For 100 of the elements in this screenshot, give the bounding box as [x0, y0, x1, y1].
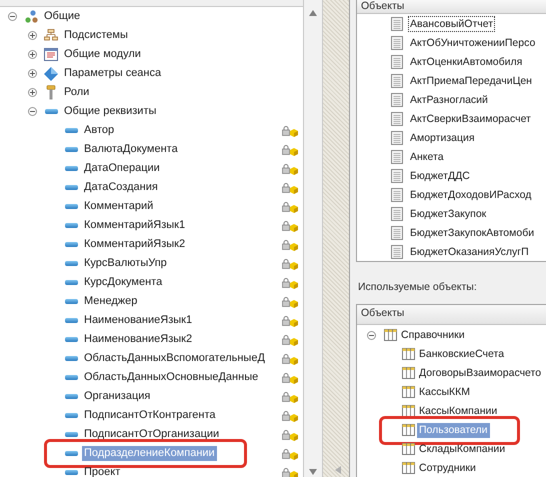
attribute-icon: [64, 451, 78, 456]
cube-icon: [290, 357, 298, 365]
list-item[interactable]: Анкета: [409, 150, 445, 164]
list-item[interactable]: БюджетЗакупок: [409, 206, 488, 220]
tree-item[interactable]: ДатаСоздания: [82, 180, 160, 195]
lock-icon: [282, 145, 290, 155]
lock-icon: [282, 240, 290, 250]
attribute-icon: [64, 261, 78, 266]
expand-icon[interactable]: [28, 50, 37, 59]
collapse-icon[interactable]: [8, 12, 17, 21]
document-icon: [391, 188, 403, 202]
list-item[interactable]: БюджетЗакупокАвтомоби: [409, 226, 536, 240]
attribute-icon: [64, 204, 78, 209]
list-item[interactable]: БюджетДоходовИРасход: [409, 188, 532, 202]
lock-icon: [282, 202, 290, 212]
expand-icon[interactable]: [28, 31, 37, 40]
collapse-icon[interactable]: [28, 107, 37, 116]
tree-item[interactable]: НаименованиеЯзык1: [82, 313, 194, 328]
list-item[interactable]: Амортизация: [409, 130, 476, 144]
lock-icon: [282, 126, 290, 136]
attribute-icon: [64, 223, 78, 228]
lock-icon: [282, 449, 290, 459]
expand-icon[interactable]: [28, 69, 37, 78]
document-icon: [391, 226, 403, 240]
tree-item[interactable]: КурсВалютыУпр: [82, 256, 169, 271]
tree-item[interactable]: Проект: [82, 465, 122, 477]
tree-item[interactable]: Роли: [62, 85, 92, 100]
tree-item[interactable]: Подсистемы: [62, 28, 130, 43]
cube-icon: [290, 319, 298, 327]
expand-icon[interactable]: [28, 88, 37, 97]
tree-item[interactable]: КомментарийЯзык1: [82, 218, 188, 233]
cube-icon: [290, 452, 298, 460]
hierarchy-icon: [44, 29, 58, 42]
lock-icon: [282, 183, 290, 193]
tree-item[interactable]: Менеджер: [82, 294, 140, 309]
tree-item[interactable]: ОбластьДанныхВспомогательныеД: [82, 351, 267, 366]
tree-item[interactable]: КурсДокумента: [82, 275, 164, 290]
attribute-icon: [64, 394, 78, 399]
lock-icon: [282, 468, 290, 477]
list-item[interactable]: АктРазногласий: [409, 92, 489, 106]
tree-item[interactable]: ПодписантОтКонтрагента: [82, 408, 218, 423]
tree-item[interactable]: ОбластьДанныхОсновныеДанные: [82, 370, 260, 385]
tree-item[interactable]: Организация: [82, 389, 152, 404]
tree-item[interactable]: ВалютаДокумента: [82, 142, 180, 157]
list-item[interactable]: АктПриемаПередачиЦен: [409, 74, 533, 88]
column-header: Объекты: [357, 304, 546, 325]
table-icon: [402, 386, 414, 398]
tree-item[interactable]: КассыККМ: [417, 384, 472, 400]
tree-item[interactable]: Общие реквизиты: [62, 104, 158, 119]
document-icon: [391, 36, 403, 50]
tree-item[interactable]: Параметры сеанса: [62, 66, 164, 81]
tree-item[interactable]: Общие: [42, 9, 82, 24]
document-icon: [391, 130, 403, 144]
vertical-scrollbar[interactable]: [303, 0, 323, 477]
lock-icon: [282, 278, 290, 288]
tree-item[interactable]: ДоговорыВзаиморасчето: [417, 366, 544, 381]
list-item[interactable]: АктСверкиВзаиморасчет: [409, 112, 532, 126]
tree-item[interactable]: СкладыКомпании: [417, 442, 508, 457]
document-icon: [391, 150, 403, 164]
table-icon: [402, 424, 414, 436]
tree-item[interactable]: КомментарийЯзык2: [82, 237, 188, 252]
cube-icon: [290, 129, 298, 137]
attribute-icon: [64, 185, 78, 190]
attribute-icon: [64, 242, 78, 247]
module-icon: [44, 48, 58, 61]
list-item[interactable]: АвансовыйОтчет: [409, 16, 494, 30]
attribute-icon: [64, 470, 78, 475]
up-arrow-icon[interactable]: [309, 10, 317, 16]
tree-item[interactable]: Общие модули: [62, 47, 143, 62]
tree-item[interactable]: Справочники: [399, 328, 467, 343]
column-header: Объекты: [357, 0, 546, 14]
tree-item[interactable]: НаименованиеЯзык2: [82, 332, 194, 347]
attribute-icon: [64, 147, 78, 152]
lock-icon: [282, 430, 290, 440]
attribute-icon: [64, 356, 78, 361]
attribute-icon: [64, 128, 78, 133]
tree-item[interactable]: ДатаОперации: [82, 161, 162, 176]
down-arrow-icon[interactable]: [309, 469, 317, 475]
list-item[interactable]: БюджетОказанияУслугП: [409, 244, 530, 258]
tree-item[interactable]: КассыКомпании: [417, 404, 500, 419]
tree-item[interactable]: БанковскиеСчета: [417, 346, 506, 362]
tree-item[interactable]: ПодписантОтОрганизации: [82, 427, 222, 442]
table-icon: [402, 348, 414, 360]
list-item[interactable]: АктОценкиАвтомобиля: [409, 54, 524, 68]
lock-icon: [282, 297, 290, 307]
attribute-icon: [64, 166, 78, 171]
cube-icon: [290, 338, 298, 346]
collapse-icon[interactable]: [367, 330, 376, 340]
lock-icon: [282, 373, 290, 383]
tree-item[interactable]: Сотрудники: [417, 460, 478, 476]
list-item[interactable]: АктОбУничтоженииПерсо: [409, 36, 536, 50]
lock-icon: [282, 316, 290, 326]
tree-item[interactable]: Комментарий: [82, 199, 156, 214]
tree-item[interactable]: Автор: [82, 123, 116, 138]
key-icon: [46, 85, 56, 100]
document-icon: [391, 112, 403, 126]
lock-icon: [282, 411, 290, 421]
attribute-icon: [64, 337, 78, 342]
list-item[interactable]: БюджетДДС: [409, 168, 471, 182]
document-icon: [391, 206, 403, 220]
